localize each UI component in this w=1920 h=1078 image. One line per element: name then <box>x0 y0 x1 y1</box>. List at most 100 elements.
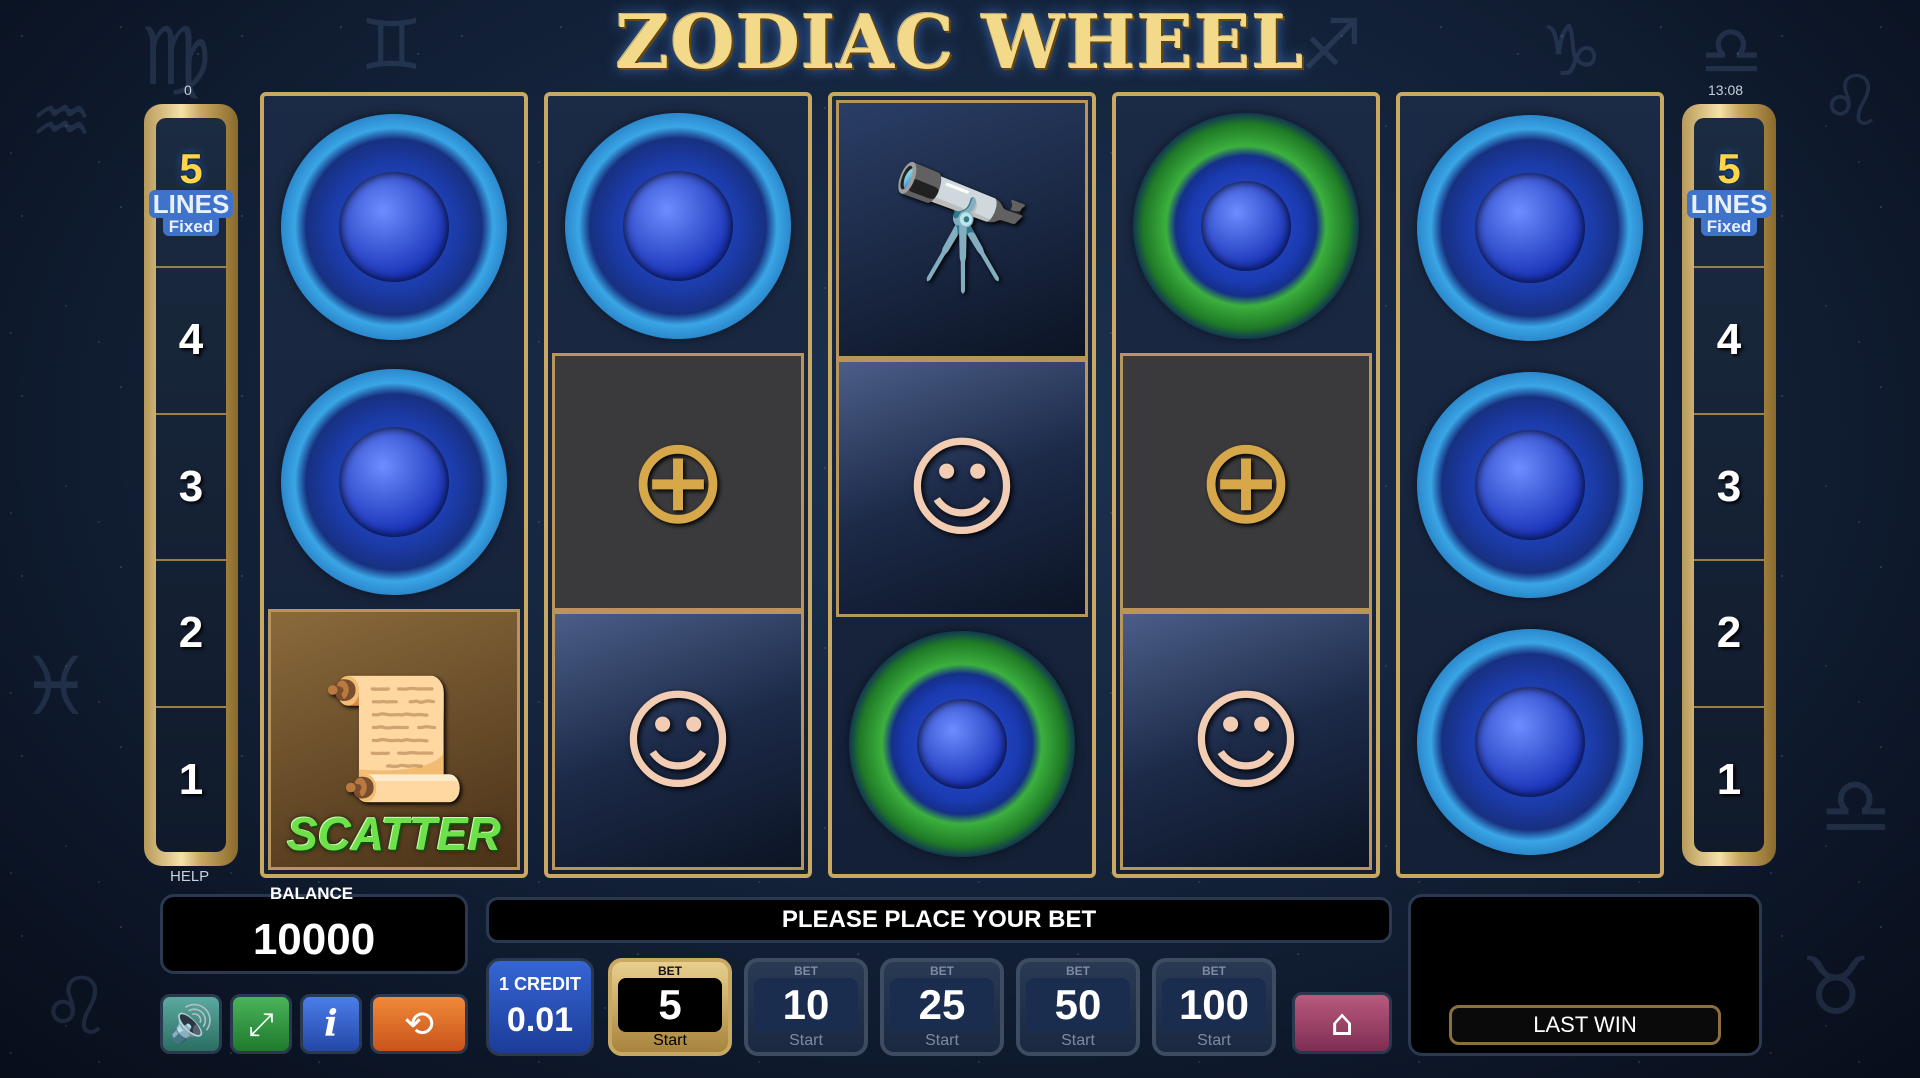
line-indicator-2[interactable]: 2 <box>156 561 226 708</box>
bet-start-label: Start <box>1197 1032 1231 1049</box>
bet-value: 100 <box>1162 978 1266 1032</box>
balance-display: 10000 <box>160 894 468 974</box>
bet-50-button[interactable]: BET 50 Start <box>1016 958 1140 1056</box>
last-win-label: LAST WIN <box>1449 1005 1721 1045</box>
line-indicator-1[interactable]: 1 <box>156 708 226 853</box>
green-ring-icon <box>849 630 1075 857</box>
scatter-label: SCATTER <box>287 808 501 861</box>
line-indicator-3[interactable]: 3 <box>156 415 226 561</box>
lady-with-lantern-icon: ☺ <box>904 424 1020 552</box>
line-indicator-4[interactable]: 4 <box>156 268 226 415</box>
last-win-display: LAST WIN <box>1408 894 1762 1056</box>
bet-start-label: Start <box>1061 1032 1095 1049</box>
lines-count: 5 <box>1717 145 1741 192</box>
zodiac-aquarius-icon: ♒ <box>30 80 93 162</box>
credit-value-button[interactable]: 1 CREDIT 0.01 <box>486 958 594 1056</box>
line-indicator-3[interactable]: 3 <box>1694 415 1764 561</box>
reel-3: 🔭 ☺ <box>828 92 1096 878</box>
symbol-telescope: 🔭 <box>836 100 1088 359</box>
bet-tag: BET <box>658 964 682 978</box>
symbol-lady: ☺ <box>836 358 1088 618</box>
left-counter: 0 <box>184 82 192 98</box>
symbol-blue-ring <box>552 100 804 353</box>
speaker-icon: 🔊 <box>168 1004 214 1045</box>
info-icon: i <box>324 1003 338 1045</box>
line-indicator-1[interactable]: 1 <box>1694 708 1764 853</box>
bet-value: 10 <box>754 978 858 1032</box>
line-indicator-4[interactable]: 4 <box>1694 268 1764 415</box>
bet-25-button[interactable]: BET 25 Start <box>880 958 1004 1056</box>
bet-10-button[interactable]: BET 10 Start <box>744 958 868 1056</box>
symbol-armillary-sphere: ⊕ <box>1120 352 1372 612</box>
bet-100-button[interactable]: BET 100 Start <box>1152 958 1276 1056</box>
help-link[interactable]: HELP <box>170 868 209 885</box>
home-button[interactable]: ⌂ <box>1292 992 1392 1054</box>
symbol-blue-ring <box>1404 613 1656 870</box>
bet-tag: BET <box>794 964 818 978</box>
blue-ring-icon <box>281 369 507 595</box>
zodiac-libra-icon-2: ♎ <box>1820 760 1892 853</box>
lady-with-lantern-icon: ☺ <box>1188 676 1304 805</box>
balance-value: 10000 <box>252 915 376 964</box>
bet-tag: BET <box>1202 964 1226 978</box>
lines-panel-left: 5 LINES Fixed 4 3 2 1 <box>144 104 238 866</box>
scroll-map-icon: 📜 <box>319 669 469 809</box>
lines-count: 5 <box>179 145 203 192</box>
symbol-scatter: 📜 SCATTER <box>268 609 520 871</box>
credit-label: 1 CREDIT <box>498 974 581 994</box>
bet-start-label: Start <box>789 1032 823 1049</box>
status-message: PLEASE PLACE YOUR BET <box>486 897 1392 943</box>
fullscreen-icon: ⤢ <box>248 1004 274 1043</box>
blue-ring-icon <box>1417 628 1643 855</box>
symbol-blue-ring <box>268 355 520 610</box>
lines-badge: 5 LINES Fixed <box>148 118 234 268</box>
bet-start-label: Start <box>653 1032 687 1049</box>
autoplay-button[interactable]: ⟲ <box>370 994 468 1054</box>
reel-5 <box>1396 92 1664 878</box>
bet-tag: BET <box>1066 964 1090 978</box>
bet-start-label: Start <box>925 1032 959 1049</box>
symbol-blue-ring <box>268 100 520 355</box>
armillary-sphere-icon: ⊕ <box>1195 412 1297 551</box>
info-button[interactable]: i <box>300 994 362 1054</box>
zodiac-pisces-icon: ♓ <box>20 640 92 733</box>
fullscreen-button[interactable]: ⤢ <box>230 994 292 1054</box>
lines-label: LINES <box>148 190 234 218</box>
blue-ring-icon <box>1417 115 1643 342</box>
game-title: ZODIAC WHEEL <box>615 0 1305 86</box>
lines-mode: Fixed <box>1700 218 1758 236</box>
clock: 13:08 <box>1708 82 1744 98</box>
symbol-armillary-sphere: ⊕ <box>552 352 804 612</box>
armillary-sphere-icon: ⊕ <box>627 412 729 551</box>
zodiac-taurus-icon: ♉ <box>1800 940 1872 1033</box>
reel-2: ⊕ ☺ <box>544 92 812 878</box>
reel-1: 📜 SCATTER <box>260 92 528 878</box>
bet-5-button[interactable]: BET 5 Start <box>608 958 732 1056</box>
bet-tag: BET <box>930 964 954 978</box>
symbol-blue-ring <box>1404 357 1656 614</box>
lines-mode: Fixed <box>162 218 220 236</box>
symbol-lady: ☺ <box>552 611 804 871</box>
balance-label: BALANCE <box>270 884 354 903</box>
line-indicator-2[interactable]: 2 <box>1694 561 1764 708</box>
credit-value: 0.01 <box>506 1001 574 1039</box>
symbol-green-ring <box>836 617 1088 870</box>
green-ring-icon <box>1133 113 1359 340</box>
home-icon: ⌂ <box>1330 1002 1354 1044</box>
bet-value: 25 <box>890 978 994 1032</box>
zodiac-leo-icon-2: ♌ <box>40 960 112 1053</box>
blue-ring-icon <box>1417 372 1643 598</box>
bet-value: 5 <box>618 978 722 1032</box>
symbol-blue-ring <box>1404 100 1656 357</box>
blue-ring-icon <box>281 114 507 341</box>
lady-with-lantern-icon: ☺ <box>620 676 736 805</box>
autoplay-icon: ⟲ <box>403 1003 435 1045</box>
blue-ring-icon <box>565 113 791 340</box>
lines-label: LINES <box>1686 190 1772 218</box>
symbol-lady: ☺ <box>1120 611 1372 871</box>
lines-panel-right: 5 LINES Fixed 4 3 2 1 <box>1682 104 1776 866</box>
reel-4: ⊕ ☺ <box>1112 92 1380 878</box>
lines-badge: 5 LINES Fixed <box>1686 118 1772 268</box>
sound-button[interactable]: 🔊 <box>160 994 222 1054</box>
telescope-icon: 🔭 <box>887 159 1037 299</box>
